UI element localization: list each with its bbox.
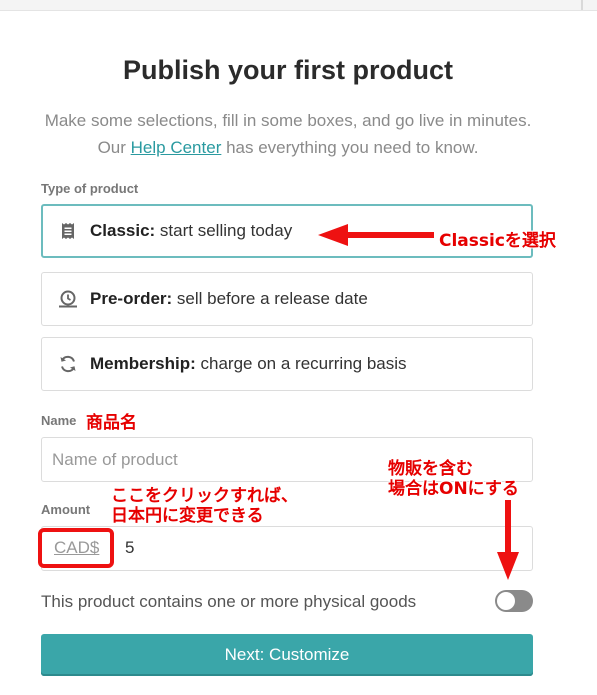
option-pre-order-bold: Pre-order:: [90, 289, 173, 308]
physical-goods-toggle[interactable]: [495, 590, 533, 612]
annotation-classic-note: Classicを選択: [439, 231, 556, 251]
page-title: Publish your first product: [122, 55, 453, 85]
subtitle-suffix: has everything you need to know.: [221, 138, 479, 157]
physical-goods-label: This product contains one or more physic…: [41, 592, 417, 611]
option-classic-text: start selling today: [155, 221, 293, 240]
help-center-link[interactable]: Help Center: [131, 138, 222, 157]
refresh-icon: [58, 354, 78, 374]
option-pre-order-label: Pre-order: sell before a release date: [90, 289, 368, 309]
option-classic-bold: Classic:: [90, 221, 156, 240]
clock-icon: [58, 289, 78, 309]
annotation-currency-line1: ここをクリックすれば、: [111, 486, 298, 506]
option-membership-label: Membership: charge on a recurring basis: [90, 354, 407, 374]
annotation-arrow-classic: [318, 224, 434, 246]
annotation-physical-note: 物販を含む 場合はONにする: [388, 459, 519, 499]
name-label: Name: [41, 413, 77, 428]
top-strip-edge: [581, 0, 583, 10]
annotation-currency-line2: 日本円に変更できる: [111, 506, 264, 526]
amount-value[interactable]: 5: [125, 538, 134, 558]
annotation-currency-note: ここをクリックすれば、 日本円に変更できる: [111, 486, 298, 526]
annotation-arrow-toggle: [497, 500, 519, 580]
toggle-knob: [497, 592, 515, 610]
currency-highlight-box: [38, 528, 114, 568]
option-pre-order[interactable]: Pre-order: sell before a release date: [41, 272, 533, 326]
annotation-physical-line1: 物販を含む: [388, 459, 473, 479]
amount-label: Amount: [41, 502, 91, 517]
receipt-icon: [58, 221, 78, 241]
option-pre-order-text: sell before a release date: [172, 289, 368, 308]
top-strip: [0, 0, 597, 11]
option-membership[interactable]: Membership: charge on a recurring basis: [41, 337, 533, 391]
amount-field[interactable]: CAD$ 5: [41, 526, 533, 571]
next-customize-button[interactable]: Next: Customize: [41, 634, 533, 676]
annotation-physical-line2: 場合はONにする: [388, 479, 519, 499]
annotation-name-note: 商品名: [86, 413, 137, 433]
type-of-product-label: Type of product: [41, 181, 139, 196]
option-membership-bold: Membership:: [90, 354, 196, 373]
option-classic-label: Classic: start selling today: [90, 221, 292, 241]
page-subtitle: Make some selections, fill in some boxes…: [40, 107, 536, 161]
option-membership-text: charge on a recurring basis: [195, 354, 407, 373]
